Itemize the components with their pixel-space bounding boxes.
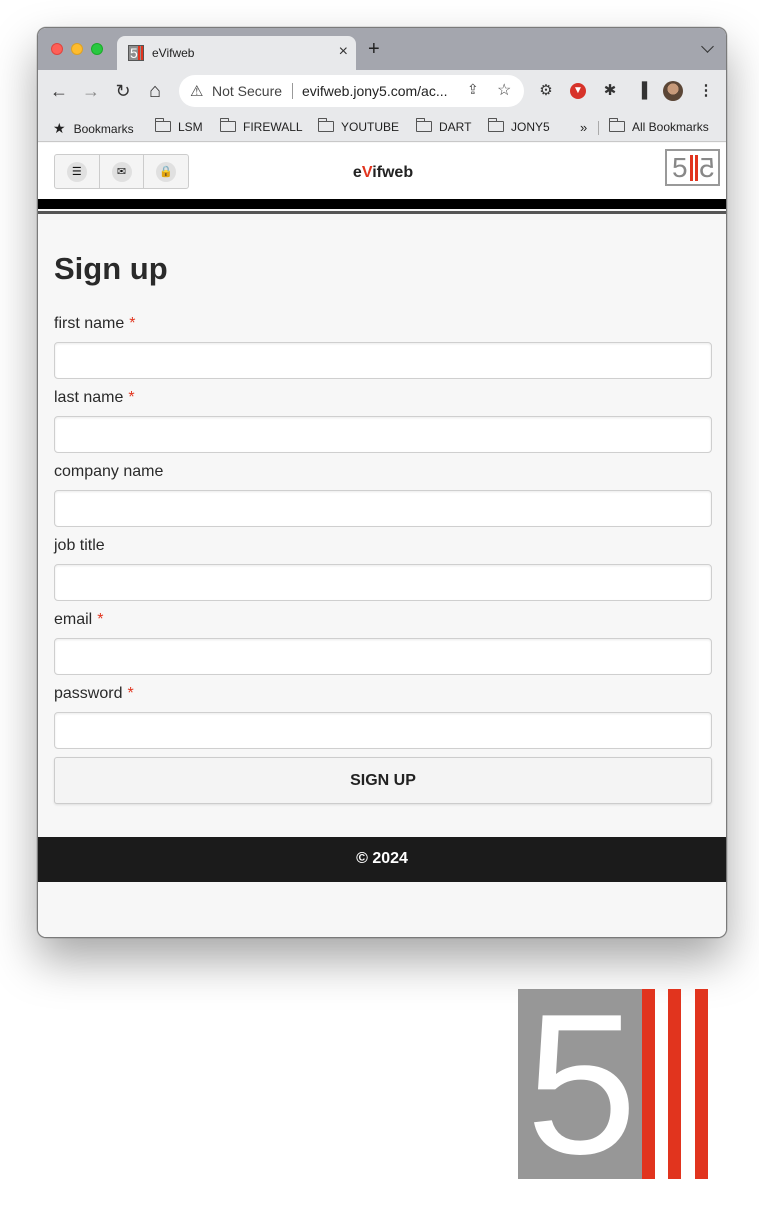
site-header: ☰ ✉ 🔒 eVifweb 5 5 — [38, 143, 726, 199]
bookmark-folder-jony5[interactable]: JONY5 — [488, 118, 550, 134]
puzzle-extensions-icon[interactable]: ✱ — [600, 81, 620, 101]
profile-avatar[interactable] — [663, 81, 683, 101]
company-name-label: company name — [54, 463, 163, 481]
password-label: password * — [54, 685, 134, 703]
site-title-suffix: ifweb — [372, 164, 414, 181]
tab-title: eVifweb — [152, 46, 195, 60]
folder-icon — [155, 118, 171, 132]
first-name-label: first name * — [54, 315, 135, 333]
job-title-label-text: job title — [54, 537, 105, 554]
home-button[interactable]: ⌂ — [142, 78, 168, 104]
folder-icon — [318, 118, 334, 132]
folder-icon — [488, 118, 504, 132]
email-label-text: email — [54, 611, 93, 628]
address-bar[interactable]: ⚠ Not Secure evifweb.jony5.com/ac... ⇪ ☆ — [179, 75, 524, 107]
last-name-label-text: last name — [54, 389, 124, 406]
site-logo[interactable]: 5 5 — [665, 149, 720, 186]
minimize-window-button[interactable] — [71, 43, 83, 55]
close-window-button[interactable] — [51, 43, 63, 55]
favicon-icon: 5 — [128, 45, 144, 61]
bookmark-star-icon[interactable]: ☆ — [497, 80, 511, 100]
bookmarks-button[interactable]: ★ Bookmarks — [53, 120, 134, 137]
tab-close-icon[interactable]: × — [339, 43, 348, 61]
site-title[interactable]: eVifweb — [38, 164, 726, 182]
password-input[interactable] — [54, 712, 712, 749]
password-label-text: password — [54, 685, 123, 702]
company-name-label-text: company name — [54, 463, 164, 480]
bookmark-folder-label: JONY5 — [511, 120, 550, 134]
bookmarks-overflow-button[interactable]: » — [580, 120, 587, 135]
bookmark-folder-label: FIREWALL — [243, 120, 303, 134]
logo-red-bar — [695, 989, 708, 1179]
folder-icon — [220, 118, 236, 132]
back-button[interactable]: ← — [46, 78, 72, 104]
required-marker: * — [129, 315, 136, 332]
url-text[interactable]: evifweb.jony5.com/ac... — [302, 83, 448, 99]
email-label: email * — [54, 611, 103, 629]
star-icon: ★ — [53, 120, 66, 136]
sign-up-button[interactable]: SIGN UP — [54, 757, 712, 804]
last-name-label: last name * — [54, 389, 135, 407]
bookmark-folder-youtube[interactable]: YOUTUBE — [318, 118, 400, 134]
share-icon[interactable]: ⇪ — [467, 81, 479, 98]
required-marker: * — [127, 685, 134, 702]
job-title-label: job title — [54, 537, 105, 555]
all-bookmarks-label: All Bookmarks — [632, 120, 709, 134]
bookmark-folder-label: DART — [439, 120, 472, 134]
bookmarks-divider — [598, 121, 599, 135]
required-marker: * — [97, 611, 104, 628]
job-title-input[interactable] — [54, 564, 712, 601]
forward-button[interactable]: → — [78, 78, 104, 104]
logo-red-bar — [642, 989, 655, 1179]
new-tab-button[interactable]: + — [368, 38, 380, 61]
brand-logo: 5 — [518, 973, 708, 1196]
tab-evifweb[interactable]: 5 eVifweb × — [117, 36, 356, 70]
bookmark-folder-lsm[interactable]: LSM — [155, 118, 203, 134]
security-label[interactable]: Not Secure — [212, 83, 282, 99]
bookmark-folder-label: LSM — [178, 120, 203, 134]
reload-button[interactable]: ↻ — [110, 78, 136, 104]
site-title-prefix: e — [352, 164, 362, 181]
logo-five-glyph: 5 — [526, 973, 638, 1196]
folder-icon — [416, 118, 432, 132]
header-subdivider — [38, 211, 726, 214]
page-content: ☰ ✉ 🔒 eVifweb 5 5 Sign up first name * la… — [38, 143, 726, 937]
site-footer: © 2024 — [38, 837, 726, 882]
warning-icon: ⚠ — [190, 83, 204, 100]
maximize-window-button[interactable] — [91, 43, 103, 55]
download-extension-icon[interactable]: ▼ — [570, 83, 586, 99]
first-name-input[interactable] — [54, 342, 712, 379]
bookmark-folder-firewall[interactable]: FIREWALL — [220, 118, 303, 134]
bookmarks-bar: ★ Bookmarks LSM FIREWALL YOUTUBE DART JON… — [38, 112, 726, 142]
company-name-input[interactable] — [54, 490, 712, 527]
more-menu-icon[interactable]: ⋮ — [696, 81, 716, 101]
site-title-accent: V — [361, 164, 373, 181]
required-marker: * — [128, 389, 135, 406]
logo-red-bar — [668, 989, 681, 1179]
browser-window: 5 eVifweb × + ← → ↻ ⌂ ⚠ Not Secure evifw… — [37, 27, 727, 938]
bookmarks-label: Bookmarks — [73, 122, 134, 136]
tab-search-chevron-icon[interactable] — [701, 40, 714, 53]
header-divider — [38, 199, 726, 209]
side-panel-icon[interactable]: ▐ — [632, 81, 652, 101]
page-title: Sign up — [54, 251, 168, 286]
all-bookmarks-button[interactable]: All Bookmarks — [609, 118, 709, 134]
first-name-label-text: first name — [54, 315, 125, 332]
email-input[interactable] — [54, 638, 712, 675]
browser-toolbar: ← → ↻ ⌂ ⚠ Not Secure evifweb.jony5.com/a… — [38, 70, 726, 112]
last-name-input[interactable] — [54, 416, 712, 453]
folder-icon — [609, 118, 625, 132]
settings-extension-icon[interactable]: ⚙ — [536, 81, 556, 101]
omnibox-divider — [292, 83, 293, 99]
bookmark-folder-label: YOUTUBE — [341, 120, 400, 134]
bookmark-folder-dart[interactable]: DART — [416, 118, 472, 134]
tab-strip: 5 eVifweb × + — [38, 28, 726, 70]
